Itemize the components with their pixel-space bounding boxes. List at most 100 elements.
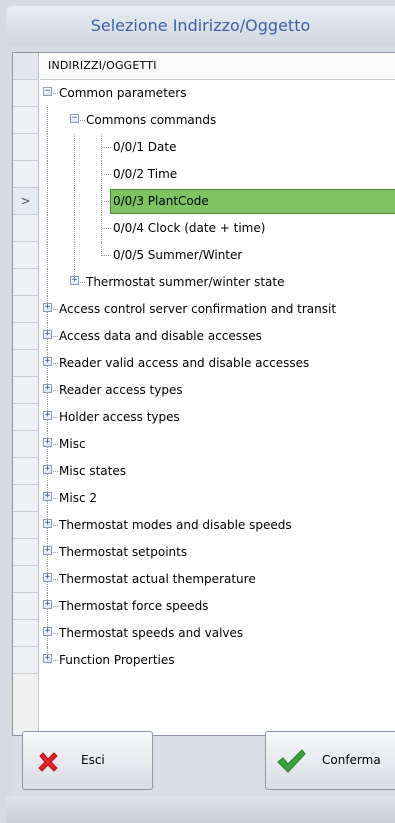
tree-row[interactable]: − Common parameters bbox=[13, 80, 395, 107]
address-object-grid[interactable]: INDIRIZZI/OGGETTI − Common parameters − … bbox=[12, 52, 395, 736]
row-indicator bbox=[13, 323, 39, 350]
tree-row[interactable]: + Function Properties bbox=[13, 647, 395, 674]
confirm-button[interactable]: Conferma bbox=[265, 731, 395, 790]
tree-node-thermostat-summer-winter[interactable]: Thermostat summer/winter state bbox=[86, 269, 285, 296]
tree-row[interactable]: + Thermostat setpoints bbox=[13, 539, 395, 566]
tree-node-group[interactable]: Reader valid access and disable accesses bbox=[59, 350, 309, 377]
collapse-icon[interactable]: − bbox=[70, 114, 79, 123]
tree-row[interactable]: − Commons commands bbox=[13, 107, 395, 134]
tree-connector bbox=[53, 309, 58, 310]
expand-icon[interactable]: + bbox=[43, 519, 52, 528]
row-indicator bbox=[13, 593, 39, 620]
expand-icon[interactable]: + bbox=[43, 330, 52, 339]
tree-row[interactable]: 0/0/4 Clock (date + time) bbox=[13, 215, 395, 242]
expand-icon[interactable]: + bbox=[43, 357, 52, 366]
exit-button[interactable]: Esci bbox=[22, 731, 153, 790]
tree-row[interactable]: + Reader access types bbox=[13, 377, 395, 404]
row-indicator bbox=[13, 539, 39, 566]
tree-node-group[interactable]: Thermostat force speeds bbox=[59, 593, 208, 620]
expand-icon[interactable]: + bbox=[43, 303, 52, 312]
tree-row[interactable]: + Misc bbox=[13, 431, 395, 458]
tree-row[interactable]: 0/0/2 Time bbox=[13, 161, 395, 188]
tree-item-clock[interactable]: 0/0/4 Clock (date + time) bbox=[113, 215, 265, 242]
tree-row[interactable]: + Thermostat modes and disable speeds bbox=[13, 512, 395, 539]
tree-row[interactable]: + Thermostat summer/winter state bbox=[13, 269, 395, 296]
expand-icon[interactable]: + bbox=[43, 465, 52, 474]
expand-icon[interactable]: + bbox=[70, 276, 79, 285]
tree-item-date[interactable]: 0/0/1 Date bbox=[113, 134, 177, 161]
tree-node-commons-commands[interactable]: Commons commands bbox=[86, 107, 216, 134]
tree-row[interactable]: + Reader valid access and disable accesse… bbox=[13, 350, 395, 377]
tree-connector bbox=[102, 147, 111, 148]
expand-icon[interactable]: + bbox=[43, 492, 52, 501]
tree-node-group[interactable]: Access control server confirmation and t… bbox=[59, 296, 336, 323]
expand-icon[interactable]: + bbox=[43, 600, 52, 609]
tree-node-group[interactable]: Misc states bbox=[59, 458, 126, 485]
row-indicator bbox=[13, 350, 39, 377]
tree-connector bbox=[47, 215, 48, 242]
green-check-icon bbox=[277, 749, 306, 773]
grid-header-row: INDIRIZZI/OGGETTI bbox=[13, 53, 395, 80]
tree-row[interactable]: + Thermostat speeds and valves bbox=[13, 620, 395, 647]
row-indicator bbox=[13, 161, 39, 188]
tree-connector bbox=[47, 107, 48, 134]
tree-connector bbox=[74, 188, 75, 215]
expand-icon[interactable]: + bbox=[43, 411, 52, 420]
tree-row[interactable]: 0/0/5 Summer/Winter bbox=[13, 242, 395, 269]
expand-icon[interactable]: + bbox=[43, 546, 52, 555]
row-indicator bbox=[13, 620, 39, 647]
tree-node-group[interactable]: Thermostat actual themperature bbox=[59, 566, 256, 593]
tree-row[interactable]: + Access data and disable accesses bbox=[13, 323, 395, 350]
expand-icon[interactable]: + bbox=[43, 384, 52, 393]
tree-connector bbox=[47, 188, 48, 215]
tree-connector bbox=[53, 633, 58, 634]
tree-connector bbox=[47, 134, 48, 161]
tree-node-group[interactable]: Reader access types bbox=[59, 377, 183, 404]
tree-node-group[interactable]: Thermostat setpoints bbox=[59, 539, 187, 566]
header-indicator-cell bbox=[13, 53, 39, 80]
tree-connector bbox=[47, 242, 48, 269]
tree-row[interactable]: 0/0/1 Date bbox=[13, 134, 395, 161]
row-indicator bbox=[13, 485, 39, 512]
tree-row[interactable]: + Thermostat actual themperature bbox=[13, 566, 395, 593]
tree-connector bbox=[53, 471, 58, 472]
tree-node-group[interactable]: Holder access types bbox=[59, 404, 180, 431]
expand-icon[interactable]: + bbox=[43, 627, 52, 636]
tree-node-group[interactable]: Access data and disable accesses bbox=[59, 323, 262, 350]
tree-node-group[interactable]: Thermostat speeds and valves bbox=[59, 620, 243, 647]
tree-node-group[interactable]: Misc 2 bbox=[59, 485, 97, 512]
tree-row[interactable]: + Thermostat force speeds bbox=[13, 593, 395, 620]
tree-item-summer-winter[interactable]: 0/0/5 Summer/Winter bbox=[113, 242, 242, 269]
tree-node-group[interactable]: Misc bbox=[59, 431, 86, 458]
tree-connector bbox=[53, 579, 58, 580]
tree-row[interactable]: + Holder access types bbox=[13, 404, 395, 431]
tree-row-selected[interactable]: > 0/0/3 PlantCode bbox=[13, 188, 395, 215]
row-indicator bbox=[13, 512, 39, 539]
tree-connector bbox=[102, 228, 111, 229]
row-indicator bbox=[13, 107, 39, 134]
collapse-icon[interactable]: − bbox=[43, 87, 52, 96]
tree-connector bbox=[47, 269, 48, 296]
tree-connector bbox=[74, 161, 75, 188]
tree-node-common-parameters[interactable]: Common parameters bbox=[59, 80, 186, 107]
expand-icon[interactable]: + bbox=[43, 573, 52, 582]
expand-icon[interactable]: + bbox=[43, 438, 52, 447]
tree-connector bbox=[80, 120, 85, 121]
tree-row[interactable]: + Misc 2 bbox=[13, 485, 395, 512]
window-title: Selezione Indirizzo/Oggetto bbox=[90, 16, 311, 35]
tree-connector bbox=[53, 606, 58, 607]
tree-connector bbox=[102, 174, 111, 175]
tree-item-time[interactable]: 0/0/2 Time bbox=[113, 161, 177, 188]
tree-row[interactable]: + Access control server confirmation and … bbox=[13, 296, 395, 323]
tree-connector bbox=[53, 93, 58, 94]
tree-node-group[interactable]: Thermostat modes and disable speeds bbox=[59, 512, 292, 539]
tree-connector bbox=[74, 134, 75, 161]
tree-row[interactable]: + Misc states bbox=[13, 458, 395, 485]
expand-icon[interactable]: + bbox=[43, 654, 52, 663]
tree-connector bbox=[102, 255, 111, 256]
column-header-addresses[interactable]: INDIRIZZI/OGGETTI bbox=[40, 53, 395, 80]
tree-item-plantcode[interactable]: 0/0/3 PlantCode bbox=[113, 188, 209, 215]
row-indicator bbox=[13, 242, 39, 269]
tree-node-group[interactable]: Function Properties bbox=[59, 647, 175, 674]
row-indicator bbox=[13, 647, 39, 674]
